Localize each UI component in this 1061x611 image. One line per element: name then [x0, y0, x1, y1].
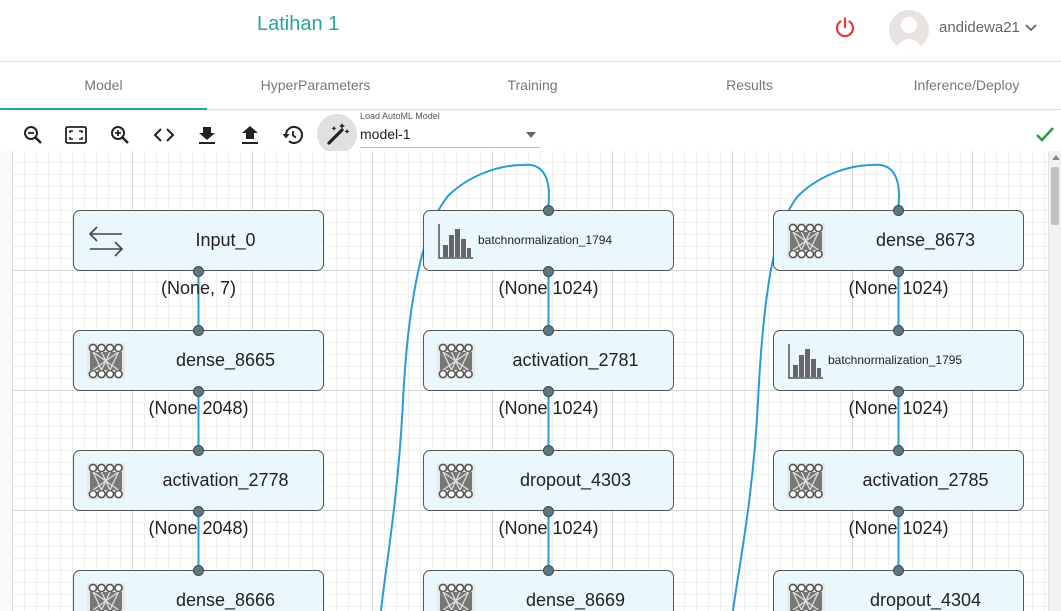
input-port[interactable]: [193, 324, 204, 336]
output-port[interactable]: [893, 265, 904, 277]
output-shape-label: (None 1024): [498, 518, 599, 538]
histogram-icon: [786, 341, 826, 381]
upload-icon[interactable]: [238, 123, 262, 147]
side-panel-edge: [0, 151, 13, 611]
tab-training[interactable]: Training: [429, 62, 636, 110]
layer-node-label: dense_8673: [875, 230, 976, 250]
output-port[interactable]: [193, 265, 204, 277]
layer-node-label: batchnormalization_1794: [478, 233, 613, 247]
input-port[interactable]: [543, 204, 554, 216]
tab-results[interactable]: Results: [646, 62, 853, 110]
input-port[interactable]: [193, 444, 204, 456]
output-shape-label: (None 1024): [848, 278, 949, 298]
model-graph-canvas[interactable]: Input_0 (None, 7) dense_8665 (None 2048) act…: [13, 151, 1048, 611]
layer-node[interactable]: dense_8669: [423, 570, 674, 611]
input-port[interactable]: [893, 204, 904, 216]
output-shape-label: (None 1024): [848, 518, 949, 538]
layer-node[interactable]: activation_2781: [423, 330, 674, 391]
layer-node[interactable]: Input_0: [73, 210, 324, 271]
output-port[interactable]: [543, 265, 554, 277]
top-header: Latihan 1 andidewa21: [0, 0, 1061, 62]
layer-node-label: batchnormalization_1795: [828, 353, 963, 367]
power-icon[interactable]: [833, 16, 857, 40]
layer-node[interactable]: batchnormalization_1795: [773, 330, 1024, 391]
username[interactable]: andidewa21: [939, 19, 1020, 36]
tab-hyperparameters[interactable]: HyperParameters: [212, 62, 419, 110]
dense-layer-icon: [86, 341, 126, 381]
dense-layer-icon: [436, 581, 476, 611]
fit-screen-icon[interactable]: [64, 123, 88, 147]
layer-node[interactable]: dense_8665: [73, 330, 324, 391]
avatar[interactable]: [889, 10, 929, 50]
scroll-thumb[interactable]: [1051, 167, 1059, 225]
layer-node[interactable]: activation_2778: [73, 450, 324, 511]
histogram-icon: [436, 221, 476, 261]
history-icon[interactable]: [281, 123, 305, 147]
canvas-scrollbar[interactable]: [1048, 151, 1061, 611]
output-port[interactable]: [193, 385, 204, 397]
dense-layer-icon: [786, 221, 826, 261]
input-port[interactable]: [543, 564, 554, 576]
layer-node[interactable]: dense_8673: [773, 210, 1024, 271]
dense-layer-icon: [786, 581, 826, 611]
tab-model[interactable]: Model: [0, 62, 207, 110]
download-icon[interactable]: [195, 123, 219, 147]
model-toolbar: Load AutoML Model model-1: [0, 111, 1061, 154]
automl-model-value: model-1: [360, 126, 411, 142]
output-port[interactable]: [893, 385, 904, 397]
user-avatar-icon: [894, 17, 924, 50]
output-port[interactable]: [543, 505, 554, 517]
layer-node-label: activation_2785: [862, 470, 989, 490]
layer-node-label: dropout_4304: [869, 590, 982, 610]
tab-inference-deploy[interactable]: Inference/Deploy: [863, 62, 1061, 110]
output-shape-label: (None 1024): [848, 398, 949, 418]
input-port[interactable]: [193, 564, 204, 576]
layer-node-label: dense_8665: [175, 350, 276, 370]
swap-arrows-icon: [86, 221, 126, 261]
layer-node-label: dense_8669: [525, 590, 626, 610]
magic-wand-icon: [327, 123, 350, 145]
input-port[interactable]: [543, 444, 554, 456]
dense-layer-icon: [436, 341, 476, 381]
output-shape-label: (None 2048): [148, 518, 249, 538]
dense-layer-icon: [786, 461, 826, 501]
zoom-out-icon[interactable]: [21, 123, 45, 147]
input-port[interactable]: [893, 444, 904, 456]
output-shape-label: (None 1024): [498, 398, 599, 418]
input-port[interactable]: [893, 564, 904, 576]
main-tabs: Model HyperParameters Training Results I…: [0, 62, 1061, 110]
project-title: Latihan 1: [257, 13, 340, 35]
load-automl-button[interactable]: [317, 114, 357, 154]
code-icon[interactable]: [152, 123, 176, 147]
output-port[interactable]: [543, 385, 554, 397]
scroll-up-arrow-icon[interactable]: [1052, 155, 1060, 160]
zoom-in-icon[interactable]: [108, 123, 132, 147]
layer-node[interactable]: dense_8666: [73, 570, 324, 611]
layer-node-label: activation_2778: [162, 470, 289, 490]
output-port[interactable]: [893, 505, 904, 517]
chevron-down-icon[interactable]: [1024, 21, 1038, 35]
output-shape-label: (None 2048): [148, 398, 249, 418]
automl-model-select[interactable]: model-1: [360, 124, 540, 148]
check-icon: [1036, 127, 1054, 142]
layer-node-label: dropout_4303: [519, 470, 632, 490]
layer-node[interactable]: dropout_4303: [423, 450, 674, 511]
layer-node[interactable]: batchnormalization_1794: [423, 210, 674, 271]
dense-layer-icon: [86, 581, 126, 611]
automl-model-label: Load AutoML Model: [360, 111, 440, 121]
output-shape-label: (None 1024): [498, 278, 599, 298]
layer-node-label: Input_0: [195, 230, 256, 250]
layer-node-label: activation_2781: [512, 350, 639, 370]
input-port[interactable]: [543, 324, 554, 336]
output-port[interactable]: [193, 505, 204, 517]
dropdown-caret-icon: [526, 132, 536, 138]
dense-layer-icon: [436, 461, 476, 501]
app-window: Latihan 1 andidewa21 Model HyperParamete…: [0, 0, 1061, 611]
layer-node-label: dense_8666: [175, 590, 276, 610]
layer-node[interactable]: activation_2785: [773, 450, 1024, 511]
dense-layer-icon: [86, 461, 126, 501]
input-port[interactable]: [893, 324, 904, 336]
layer-node[interactable]: dropout_4304: [773, 570, 1024, 611]
output-shape-label: (None, 7): [160, 278, 237, 298]
